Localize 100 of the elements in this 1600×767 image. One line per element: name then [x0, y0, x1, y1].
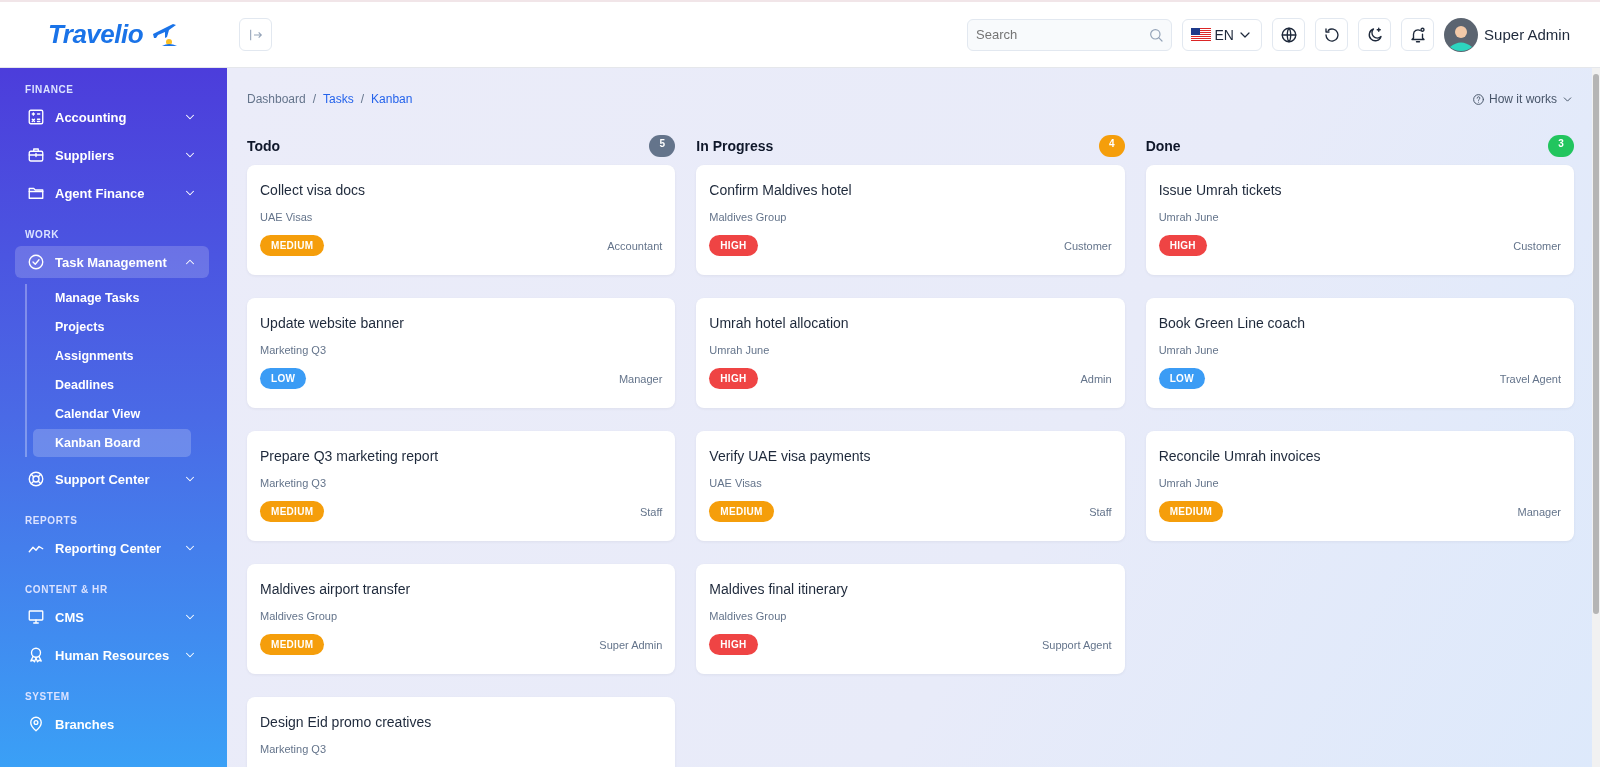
project-name: Marketing Q3	[260, 743, 328, 755]
priority-tag: HIGH	[709, 235, 758, 256]
search-icon	[1148, 26, 1165, 43]
monitor-icon	[27, 608, 45, 626]
task-title: Issue Umrah tickets	[1158, 182, 1283, 198]
task-card[interactable]: Maldives final itinerary Maldives Group HIGH Support Agent	[696, 564, 1125, 674]
section-heading: REPORTS	[25, 515, 79, 526]
task-card[interactable]: Reconcile Umrah invoices Umrah June MEDIUM Manager	[1145, 431, 1574, 541]
map-pin-icon	[27, 715, 45, 733]
refresh-button[interactable]	[1315, 18, 1349, 51]
task-card[interactable]: Verify UAE visa payments UAE Visas MEDIUM Staff	[696, 431, 1125, 541]
column-title: Todo	[247, 138, 281, 154]
language-selector[interactable]: EN	[1182, 18, 1263, 51]
submenu-item[interactable]: Deadlines	[33, 371, 191, 399]
task-title: Confirm Maldives hotel	[709, 182, 853, 198]
submenu-item[interactable]: Kanban Board	[33, 429, 191, 457]
section-heading: WORK	[25, 229, 61, 240]
count-badge: 4	[1098, 135, 1125, 157]
task-title: Prepare Q3 marketing report	[260, 448, 440, 464]
breadcrumb-link[interactable]: Tasks	[323, 92, 354, 106]
assignee-role: Manager	[1517, 505, 1561, 518]
sidebar-item[interactable]: CMS	[15, 601, 209, 633]
priority-tag: LOW	[260, 368, 307, 389]
project-name: UAE Visas	[260, 211, 314, 223]
task-card[interactable]: Umrah hotel allocation Umrah June HIGH Admin	[696, 298, 1125, 408]
task-card[interactable]: Confirm Maldives hotel Maldives Group HIGH Customer	[696, 165, 1125, 275]
task-title: Update website banner	[260, 315, 405, 331]
notifications-button[interactable]	[1401, 18, 1435, 51]
task-card[interactable]: Maldives airport transfer Maldives Group MEDIUM Super Admin	[247, 564, 676, 674]
assignee-role: Accountant	[607, 239, 663, 252]
project-name: Marketing Q3	[260, 344, 328, 356]
task-title: Maldives airport transfer	[260, 581, 412, 597]
sidebar-item[interactable]: Accounting	[15, 101, 209, 133]
theme-button[interactable]	[1358, 18, 1392, 51]
count-badge: 5	[649, 135, 676, 157]
submenu-item[interactable]: Manage Tasks	[33, 284, 191, 312]
priority-tag: MEDIUM	[709, 501, 774, 522]
sidebar-item[interactable]: Human Resources	[15, 639, 209, 671]
sidebar-toggle-button[interactable]	[239, 18, 272, 51]
avatar-icon	[1444, 17, 1479, 52]
section-heading: CONTENT & HR	[25, 584, 109, 595]
assignee-role: Super Admin	[599, 638, 663, 651]
breadcrumb-separator: /	[312, 92, 317, 106]
how-it-works-button[interactable]: How it works	[1472, 92, 1574, 106]
assignee-role: Customer	[1513, 239, 1561, 252]
task-title: Collect visa docs	[260, 182, 367, 198]
check-circle-icon	[27, 253, 45, 271]
task-title: Umrah hotel allocation	[709, 315, 850, 331]
sidebar-item[interactable]: Support Center	[15, 463, 209, 495]
help-circle-icon	[1472, 92, 1485, 106]
award-icon	[27, 646, 45, 664]
priority-tag: HIGH	[1158, 235, 1207, 256]
section-heading: FINANCE	[25, 84, 75, 95]
user-name: Super Admin	[1484, 26, 1570, 43]
priority-tag: LOW	[1158, 368, 1205, 389]
breadcrumb-item[interactable]: Dashboard	[247, 92, 306, 106]
task-card[interactable]: Design Eid promo creatives Marketing Q3	[247, 697, 676, 767]
submenu-item[interactable]: Projects	[33, 313, 191, 341]
submenu-item[interactable]: Calendar View	[33, 400, 191, 428]
project-name: Maldives Group	[260, 610, 339, 622]
task-card[interactable]: Update website banner Marketing Q3 LOW Manager	[247, 298, 676, 408]
globe-icon	[1279, 25, 1298, 44]
task-title: Reconcile Umrah invoices	[1158, 448, 1322, 464]
project-name: Maldives Group	[709, 211, 788, 223]
assignee-role: Customer	[1063, 239, 1112, 252]
assignee-role: Staff	[639, 505, 663, 518]
submenu-item[interactable]: Assignments	[33, 342, 191, 370]
priority-tag: MEDIUM	[1158, 501, 1223, 522]
scrollbar-thumb[interactable]	[1593, 74, 1599, 614]
briefcase-icon	[27, 146, 45, 164]
priority-tag: MEDIUM	[260, 501, 325, 522]
task-card[interactable]: Issue Umrah tickets Umrah June HIGH Customer	[1145, 165, 1574, 275]
project-name: Umrah June	[1158, 477, 1220, 489]
task-card[interactable]: Prepare Q3 marketing report Marketing Q3 MEDIUM Staff	[247, 431, 676, 541]
task-card[interactable]: Book Green Line coach Umrah June LOW Travel Agent	[1145, 298, 1574, 408]
breadcrumb-separator: /	[360, 92, 365, 106]
globe-button[interactable]	[1272, 18, 1306, 51]
column-title: Done	[1145, 138, 1181, 154]
assignee-role: Staff	[1089, 505, 1112, 518]
sidebar-item[interactable]: Suppliers	[15, 139, 209, 171]
task-title: Book Green Line coach	[1158, 315, 1306, 331]
section-heading: SYSTEM	[25, 691, 71, 702]
priority-tag: MEDIUM	[260, 634, 325, 655]
column-title: In Progress	[696, 138, 774, 154]
bell-icon	[1408, 25, 1427, 44]
search-field[interactable]: Search	[967, 18, 1173, 51]
project-name: Umrah June	[709, 344, 771, 356]
sidebar-item[interactable]: Agent Finance	[15, 177, 209, 209]
assignee-role: Travel Agent	[1499, 372, 1561, 385]
priority-tag: HIGH	[709, 634, 758, 655]
scrollbar[interactable]	[1592, 68, 1600, 767]
task-card[interactable]: Collect visa docs UAE Visas MEDIUM Accountant	[247, 165, 676, 275]
project-name: UAE Visas	[709, 477, 763, 489]
breadcrumb-link[interactable]: Kanban	[371, 92, 413, 106]
sidebar-item[interactable]: Reporting Center	[15, 532, 209, 564]
task-title: Verify UAE visa payments	[709, 448, 872, 464]
sidebar-item[interactable]: Task Management	[15, 246, 209, 278]
assignee-role: Support Agent	[1041, 638, 1112, 651]
task-title: Design Eid promo creatives	[260, 714, 433, 730]
project-name: Umrah June	[1158, 211, 1220, 223]
